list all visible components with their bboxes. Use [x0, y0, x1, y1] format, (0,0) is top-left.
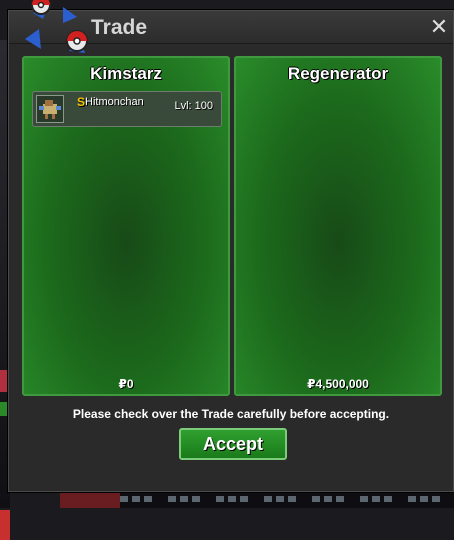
- window-title: Trade: [91, 16, 148, 39]
- background-sprite: [0, 402, 8, 416]
- shiny-badge: S: [77, 95, 86, 109]
- background-sprite: [0, 510, 10, 540]
- player-name-left: Kimstarz: [90, 64, 162, 83]
- money-offer-right: ₽4,500,000: [307, 377, 369, 391]
- my-offer-panel: Kimstarz S Hitmonchan Lvl: 100 ₽0: [22, 56, 230, 396]
- pokemon-level: Lvl: 100: [174, 100, 213, 112]
- background-sprite: [60, 492, 120, 508]
- background-tiles: [120, 496, 446, 502]
- trade-item-slot[interactable]: S Hitmonchan Lvl: 100: [32, 91, 222, 127]
- money-offer-left: ₽0: [118, 377, 134, 391]
- game-background-bottom: [60, 492, 454, 508]
- trade-panels: Kimstarz S Hitmonchan Lvl: 100 ₽0 Regene…: [22, 56, 444, 396]
- pokeball-logo-icon: [25, 0, 88, 53]
- trade-notice: Please check over the Trade carefully be…: [72, 407, 390, 421]
- their-offer-panel: Regenerator ₽4,500,000: [234, 56, 442, 396]
- close-icon[interactable]: ✕: [427, 15, 451, 39]
- background-sprite: [0, 370, 8, 392]
- pokemon-name: Hitmonchan: [85, 96, 144, 108]
- trade-window: Trade ✕ Kimstarz S Hitmonchan Lvl: 100 ₽…: [8, 0, 454, 492]
- pokemon-sprite-icon: [36, 95, 64, 123]
- player-name-right: Regenerator: [287, 64, 389, 83]
- accept-button[interactable]: Accept: [179, 428, 287, 460]
